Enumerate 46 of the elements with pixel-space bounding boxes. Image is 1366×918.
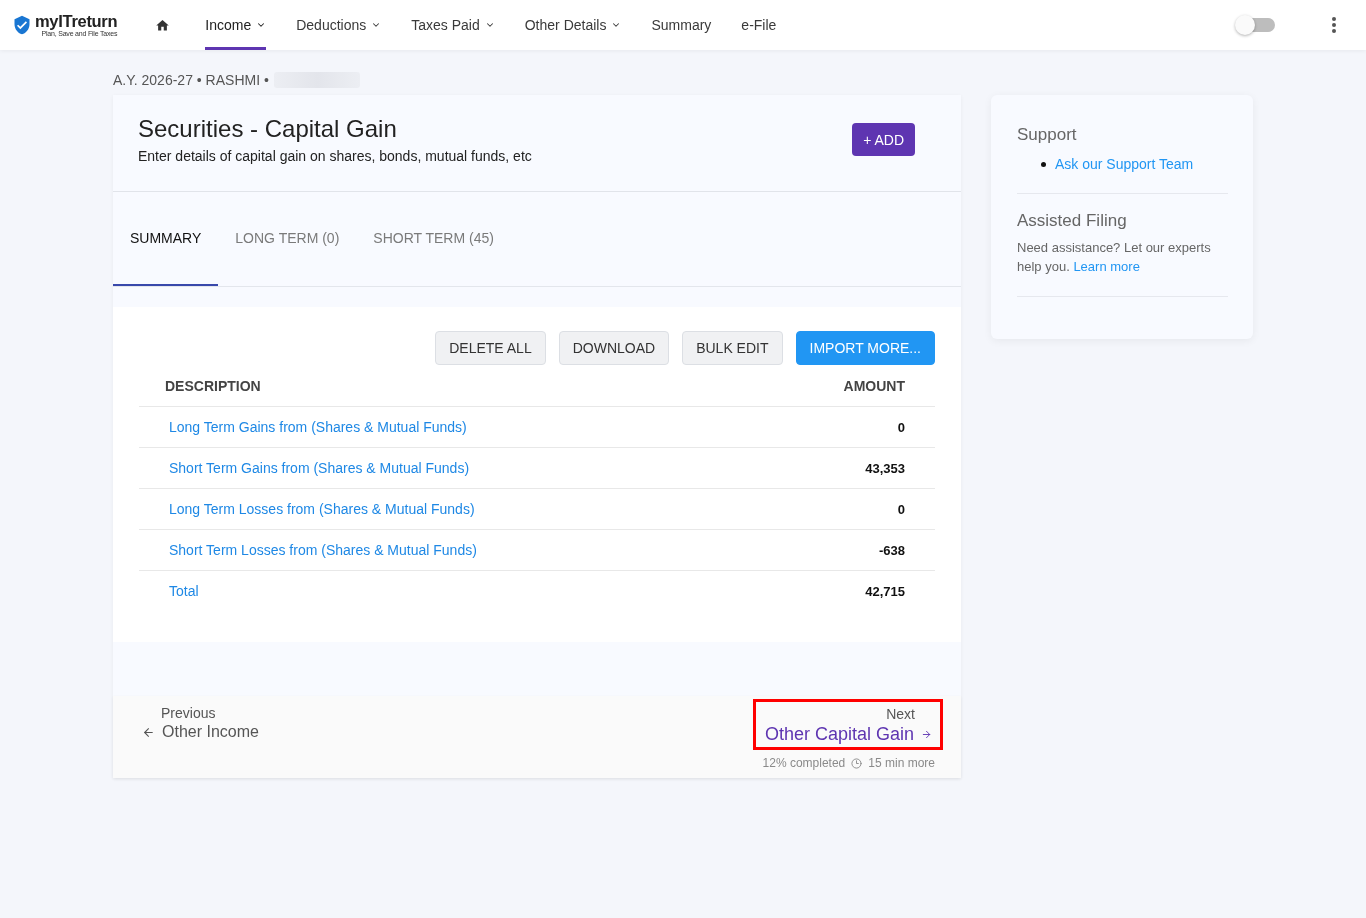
- amount-value: 43,353: [865, 460, 905, 476]
- next-button[interactable]: Next Other Capital Gain: [764, 705, 932, 745]
- assisted-filing-title: Assisted Filing: [1017, 211, 1128, 231]
- add-button[interactable]: + ADD: [852, 123, 915, 156]
- clock-icon: [851, 757, 863, 769]
- amount-value: 0: [897, 419, 905, 435]
- kebab-menu-icon: [1332, 17, 1336, 33]
- amount-value: -638: [878, 542, 905, 558]
- page-title: Securities - Capital Gain: [138, 115, 398, 143]
- tab[interactable]: SHORT TERM (45): [356, 192, 511, 286]
- amount-value: 0: [897, 501, 905, 517]
- action-button[interactable]: BULK EDIT: [682, 331, 783, 365]
- more-options-button[interactable]: [1332, 17, 1336, 33]
- page-subtitle: Enter details of capital gain on shares, bonds, mutual funds, etc: [138, 148, 532, 165]
- action-button[interactable]: DELETE ALL: [435, 331, 546, 365]
- support-title: Support: [1017, 125, 1078, 145]
- assisted-filing-text: Need assistance? Let our experts help you. Learn more: [1017, 239, 1212, 276]
- toggle-switch[interactable]: [1235, 15, 1275, 35]
- description-link[interactable]: Long Term Losses from (Shares & Mutual Funds): [169, 501, 475, 517]
- nav-menu-item[interactable]: e-File: [741, 0, 777, 50]
- shield-check-icon: [12, 15, 32, 35]
- arrow-right-icon: [921, 728, 932, 740]
- amount-value: 42,715: [865, 583, 905, 599]
- previous-button[interactable]: Previous Other Income: [142, 704, 259, 742]
- progress-text: 12% completed: [762, 756, 846, 770]
- home-button[interactable]: [155, 17, 171, 33]
- column-header: AMOUNT: [843, 377, 905, 394]
- time-remaining-text: 15 min more: [868, 756, 935, 770]
- action-button[interactable]: DOWNLOAD: [558, 331, 670, 365]
- description-link[interactable]: Total: [169, 583, 199, 599]
- column-header: DESCRIPTION: [165, 377, 261, 394]
- tab[interactable]: SUMMARY: [113, 192, 219, 286]
- description-link[interactable]: Long Term Gains from (Shares & Mutual Funds): [169, 419, 467, 435]
- home-icon: [155, 17, 171, 33]
- logo-name: myITreturn: [35, 12, 118, 30]
- arrow-left-icon: [142, 725, 155, 739]
- description-link[interactable]: Short Term Gains from (Shares & Mutual Funds): [169, 460, 470, 476]
- nav-menu-item[interactable]: Income: [205, 0, 267, 50]
- breadcrumb-text: A.Y. 2026-27 • RASHMI •: [113, 72, 269, 88]
- nav-menu-item[interactable]: Other Details: [524, 0, 622, 50]
- bullet-icon: [1041, 161, 1046, 167]
- nav-menu-item[interactable]: Summary: [651, 0, 712, 50]
- description-link[interactable]: Short Term Losses from (Shares & Mutual Funds): [169, 542, 477, 558]
- nav-menu-item[interactable]: Deductions: [296, 0, 382, 50]
- tab[interactable]: LONG TERM (0): [218, 192, 357, 286]
- nav-menu-item[interactable]: Taxes Paid: [411, 0, 495, 50]
